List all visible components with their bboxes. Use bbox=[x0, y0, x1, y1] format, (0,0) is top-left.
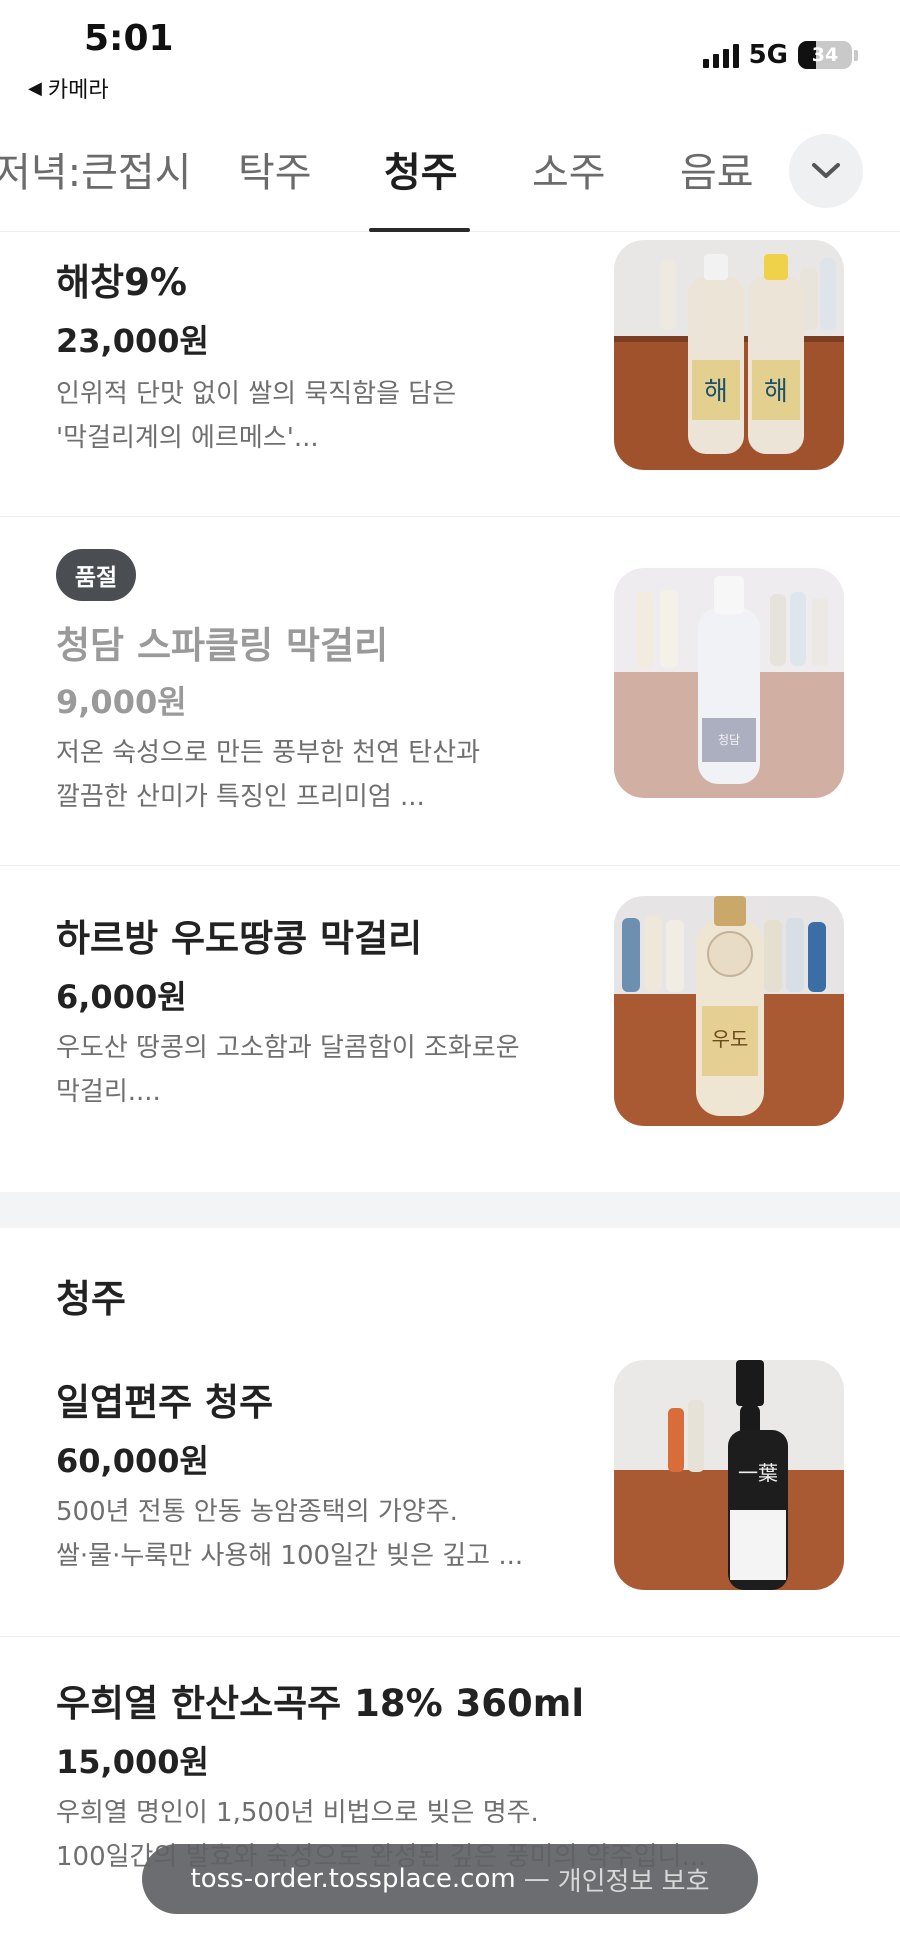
item-name: 우희열 한산소곡주 18% 360ml bbox=[56, 1682, 584, 1725]
section-separator bbox=[0, 1192, 900, 1228]
item-name: 하르방 우도땅콩 막걸리 bbox=[56, 917, 423, 960]
svg-text:해: 해 bbox=[764, 377, 788, 407]
back-to-app-link[interactable]: ◀ 카메라 bbox=[28, 72, 109, 104]
network-type: 5G bbox=[748, 40, 788, 70]
item-price: 6,000원 bbox=[56, 978, 187, 1016]
item-price: 9,000원 bbox=[56, 683, 187, 721]
item-description: 우도산 땅콩의 고소함과 달콤함이 조화로운 막걸리.... bbox=[56, 1026, 556, 1114]
back-triangle-icon: ◀ bbox=[28, 77, 42, 99]
item-description-line: 500년 전통 안동 농암종택의 가양주. bbox=[56, 1497, 458, 1527]
menu-item[interactable]: 품절 청담 스파클링 막걸리 9,000원 저온 숙성으로 만든 풍부한 천연 … bbox=[0, 517, 900, 865]
battery-icon: 34 bbox=[798, 41, 852, 69]
status-time: 5:01 bbox=[84, 18, 174, 59]
item-name: 해창9% bbox=[56, 261, 187, 304]
item-photo: 청담 bbox=[614, 568, 844, 798]
item-photo: 해 해 bbox=[614, 240, 844, 470]
item-description-line: '막걸리계의 에르메스'... bbox=[56, 423, 319, 453]
browser-url-bar[interactable]: toss-order.tossplace.com — 개인정보 보호 bbox=[142, 1844, 758, 1914]
item-description-line: 막걸리.... bbox=[56, 1077, 161, 1107]
tab-beverage[interactable]: 음료 bbox=[680, 140, 754, 198]
category-tabs: 저녁:큰접시 탁주 청주 소주 음료 bbox=[0, 104, 900, 232]
svg-text:청담: 청담 bbox=[718, 733, 740, 747]
menu-item[interactable]: 해창9% 23,000원 인위적 단맛 없이 쌀의 묵직함을 담은 '막걸리계의… bbox=[0, 232, 900, 516]
tab-dinner-large-plate[interactable]: 저녁:큰접시 bbox=[0, 140, 191, 198]
back-app-label: 카메라 bbox=[47, 78, 109, 103]
battery-tip bbox=[854, 49, 858, 61]
item-description-line: 우도산 땅콩의 고소함과 달콤함이 조화로운 bbox=[56, 1033, 520, 1063]
svg-text:一葉: 一葉 bbox=[738, 1461, 778, 1485]
expand-categories-button[interactable] bbox=[789, 134, 863, 208]
item-price: 60,000원 bbox=[56, 1442, 209, 1480]
url-domain: toss-order.tossplace.com bbox=[190, 1864, 516, 1894]
url-separator: — bbox=[523, 1864, 550, 1894]
item-photo: 우도 bbox=[614, 896, 844, 1126]
tab-takju[interactable]: 탁주 bbox=[238, 140, 312, 198]
item-description: 인위적 단맛 없이 쌀의 묵직함을 담은 '막걸리계의 에르메스'... bbox=[56, 372, 556, 460]
item-description-line: 쌀·물·누룩만 사용해 100일간 빚은 깊고 ... bbox=[56, 1541, 524, 1571]
item-description-line: 저온 숙성으로 만든 풍부한 천연 탄산과 bbox=[56, 738, 481, 768]
item-description-line: 인위적 단맛 없이 쌀의 묵직함을 담은 bbox=[56, 379, 457, 409]
section-title: 청주 bbox=[56, 1277, 126, 1321]
chevron-down-icon bbox=[812, 163, 840, 178]
item-name: 일엽편주 청주 bbox=[56, 1381, 274, 1424]
sold-out-badge: 품절 bbox=[56, 549, 136, 601]
item-price: 23,000원 bbox=[56, 322, 209, 360]
cellular-signal-icon bbox=[702, 42, 739, 68]
item-description-line: 깔끔한 산미가 특징인 프리미엄 ... bbox=[56, 782, 425, 812]
menu-item[interactable]: 하르방 우도땅콩 막걸리 6,000원 우도산 땅콩의 고소함과 달콤함이 조화… bbox=[0, 866, 900, 1192]
item-name: 청담 스파클링 막걸리 bbox=[56, 624, 389, 667]
item-price: 15,000원 bbox=[56, 1743, 209, 1781]
privacy-note: 개인정보 보호 bbox=[557, 1866, 710, 1897]
item-description: 저온 숙성으로 만든 풍부한 천연 탄산과 깔끔한 산미가 특징인 프리미엄 .… bbox=[56, 731, 556, 819]
svg-text:해: 해 bbox=[704, 377, 728, 407]
status-bar: 5:01 ◀ 카메라 5G 34 bbox=[0, 0, 900, 104]
menu-item[interactable]: 일엽편주 청주 60,000원 500년 전통 안동 농암종택의 가양주. 쌀·… bbox=[0, 1340, 900, 1636]
battery-percentage: 34 bbox=[811, 44, 839, 66]
item-description-line: 우희열 명인이 1,500년 비법으로 빚은 명주. bbox=[56, 1798, 539, 1828]
item-description: 500년 전통 안동 농암종택의 가양주. 쌀·물·누룩만 사용해 100일간 … bbox=[56, 1490, 556, 1578]
tab-cheongju[interactable]: 청주 bbox=[384, 140, 458, 198]
status-indicators: 5G 34 bbox=[702, 40, 858, 70]
svg-text:우도: 우도 bbox=[712, 1027, 749, 1051]
tab-soju[interactable]: 소주 bbox=[532, 140, 606, 198]
item-photo: 一葉 bbox=[614, 1360, 844, 1590]
